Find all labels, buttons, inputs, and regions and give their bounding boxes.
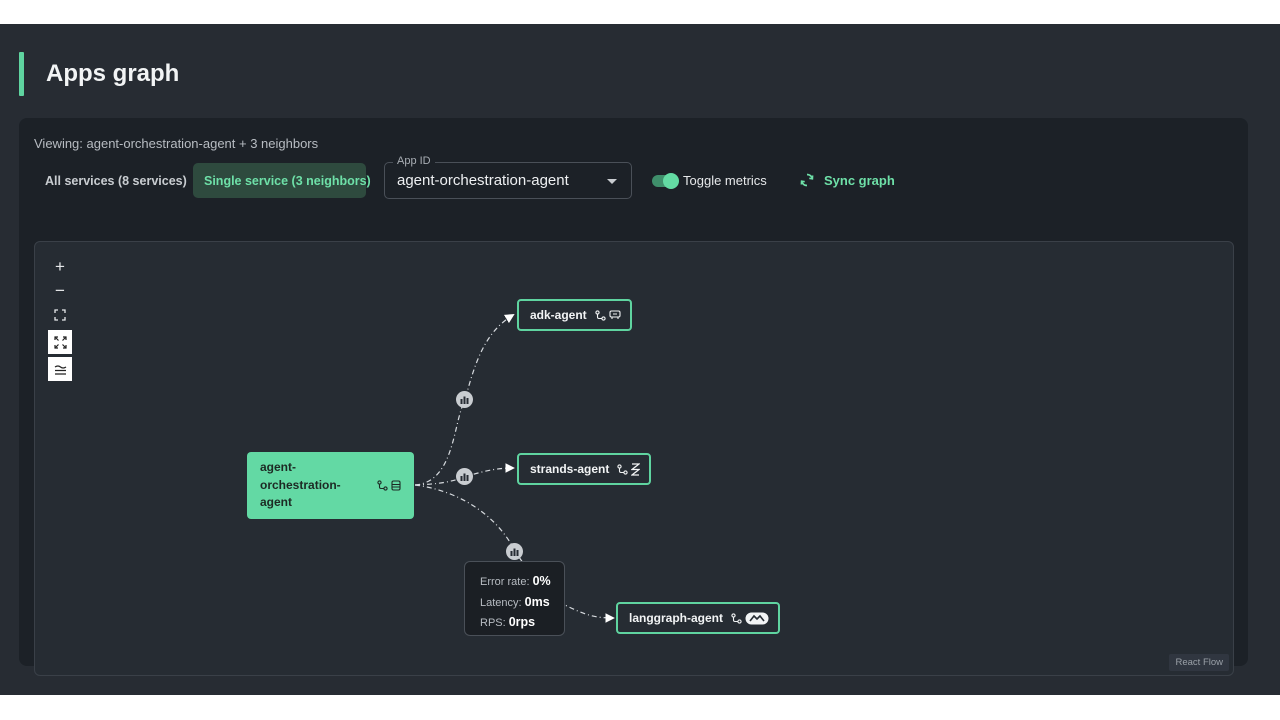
- rps-label: RPS:: [480, 617, 509, 629]
- zoom-controls: + −: [48, 255, 72, 381]
- git-branch-icon: [617, 463, 629, 475]
- node-langgraph-agent[interactable]: langgraph-agent: [616, 602, 780, 634]
- sync-graph-label: Sync graph: [824, 172, 895, 188]
- expand-icon: [53, 335, 67, 349]
- app-id-select[interactable]: App ID agent-orchestration-agent: [384, 155, 632, 199]
- toggle-metrics-label: Toggle metrics: [683, 173, 767, 188]
- metrics-button-langgraph[interactable]: [506, 543, 523, 560]
- error-rate-label: Error rate:: [480, 576, 533, 588]
- page-header: Apps graph: [19, 52, 179, 96]
- graph-panel: Viewing: agent-orchestration-agent + 3 n…: [19, 118, 1248, 676]
- fullscreen-button[interactable]: [48, 330, 72, 354]
- react-flow-attribution[interactable]: React Flow: [1169, 654, 1229, 671]
- node-label: adk-agent: [530, 308, 587, 322]
- node-icons: [377, 480, 401, 491]
- layout-button[interactable]: [48, 357, 72, 381]
- sync-graph-button[interactable]: Sync graph: [799, 172, 895, 188]
- page-title: Apps graph: [46, 60, 180, 87]
- node-label: agent-orchestration-agent: [260, 460, 341, 510]
- zoom-out-button[interactable]: −: [48, 279, 72, 303]
- robot-icon: [609, 310, 621, 319]
- fit-view-button[interactable]: [48, 303, 72, 327]
- metrics-button-adk[interactable]: [456, 391, 473, 408]
- zoom-in-button[interactable]: +: [48, 255, 72, 279]
- all-services-button[interactable]: All services (8 services): [34, 163, 198, 198]
- error-rate-value: 0%: [532, 574, 551, 588]
- toggle-track[interactable]: [652, 172, 679, 189]
- title-accent-bar: [19, 52, 24, 96]
- chevron-down-icon: [607, 179, 617, 184]
- node-icons: [731, 612, 769, 625]
- database-icon: [391, 480, 401, 491]
- langgraph-logo-icon: [745, 612, 769, 624]
- fit-view-icon: [54, 309, 66, 321]
- node-label: strands-agent: [530, 462, 610, 476]
- latency-row: Latency: 0ms: [480, 593, 564, 614]
- app-id-value: agent-orchestration-agent: [397, 172, 569, 189]
- bar-chart-icon: [510, 548, 519, 556]
- bar-chart-icon: [460, 473, 469, 481]
- layout-icon: [54, 364, 66, 375]
- react-flow-canvas[interactable]: + − agent-orchestration-agent adk-agent …: [34, 241, 1234, 676]
- node-label: langgraph-agent: [629, 611, 724, 625]
- bar-chart-icon: [460, 396, 469, 404]
- error-rate-row: Error rate: 0%: [480, 572, 564, 593]
- rps-row: RPS: 0rps: [480, 613, 564, 634]
- git-branch-icon: [595, 309, 606, 321]
- latency-label: Latency:: [480, 596, 525, 609]
- viewing-text: Viewing: agent-orchestration-agent + 3 n…: [34, 136, 319, 151]
- node-agent-orchestration-agent[interactable]: agent-orchestration-agent: [247, 452, 414, 519]
- latency-value: 0ms: [524, 594, 550, 609]
- git-branch-icon: [377, 480, 388, 491]
- single-service-button[interactable]: Single service (3 neighbors): [193, 163, 371, 198]
- toggle-metrics-switch[interactable]: Toggle metrics: [652, 172, 767, 189]
- node-icons: [617, 462, 641, 476]
- node-strands-agent[interactable]: strands-agent: [517, 453, 651, 485]
- metrics-button-strands[interactable]: [456, 468, 473, 485]
- metrics-tooltip: Error rate: 0% Latency: 0ms RPS: 0rps: [464, 561, 565, 636]
- strands-logo-icon: [631, 462, 641, 476]
- rps-value: 0rps: [508, 615, 536, 629]
- app-root: Apps graph Viewing: agent-orchestration-…: [0, 24, 1280, 695]
- node-icons: [595, 309, 621, 321]
- graph-controls: All services (8 services) Single service…: [34, 155, 1224, 199]
- toggle-knob: [663, 172, 679, 189]
- git-branch-icon: [731, 612, 742, 624]
- sync-icon: [800, 173, 814, 187]
- app-id-label: App ID: [393, 155, 435, 167]
- node-adk-agent[interactable]: adk-agent: [517, 299, 632, 331]
